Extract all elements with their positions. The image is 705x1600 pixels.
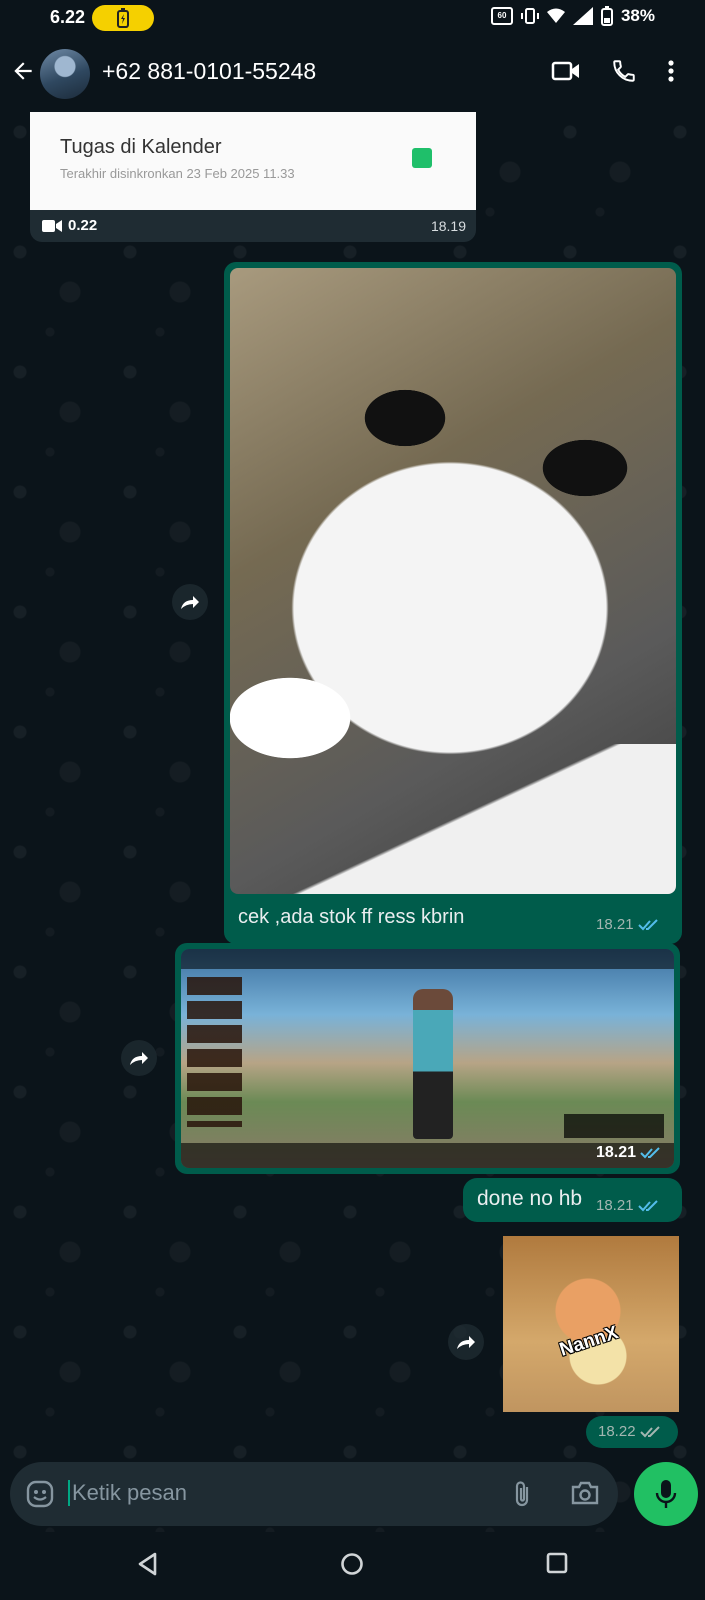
camera-icon[interactable] (570, 1480, 600, 1506)
battery-saver-pill (92, 5, 154, 31)
back-arrow-icon[interactable] (10, 58, 36, 84)
forward-icon (130, 1052, 148, 1065)
video-duration: 0.22 (42, 217, 97, 234)
contact-avatar[interactable] (40, 49, 90, 99)
battery-icon (117, 8, 129, 28)
message-meta: 18.21 (596, 1144, 662, 1162)
message-meta: 18.22 (598, 1423, 662, 1440)
battery-level-icon (600, 6, 613, 26)
video-thumbnail[interactable]: Tugas di Kalender Terakhir disinkronkan … (30, 112, 476, 210)
read-ticks-icon (640, 1147, 660, 1159)
message-meta: 18.21 (596, 916, 660, 933)
thumbnail-subtitle: Terakhir disinkronkan 23 Feb 2025 11.33 (60, 166, 295, 181)
cat-photo[interactable] (230, 268, 676, 894)
attach-icon[interactable] (510, 1480, 536, 1508)
forward-button[interactable] (448, 1324, 484, 1360)
read-ticks-icon (637, 918, 658, 930)
video-duration-text: 0.22 (68, 217, 98, 234)
nav-home-icon[interactable] (340, 1552, 364, 1576)
emoji-sticker-icon[interactable] (26, 1480, 54, 1508)
game-rank-panel (564, 1114, 664, 1138)
mic-button[interactable] (634, 1462, 698, 1526)
message-time: 18.22 (598, 1423, 636, 1440)
read-ticks-icon (639, 1425, 660, 1437)
wifi-icon (546, 8, 565, 23)
message-text: done no hb (477, 1187, 583, 1210)
status-icons: 60 38% (490, 6, 655, 26)
read-ticks-icon (637, 1199, 658, 1211)
message-time: 18.21 (596, 916, 634, 933)
game-top-bar (181, 949, 674, 969)
video-call-icon[interactable] (551, 59, 581, 83)
status-time: 6.22 (50, 7, 86, 27)
more-vert-icon[interactable] (667, 59, 675, 83)
incoming-video-message[interactable]: Tugas di Kalender Terakhir disinkronkan … (30, 112, 476, 242)
chat-header: +62 881-0101-55248 (0, 36, 705, 112)
game-character (413, 989, 453, 1139)
forward-icon (457, 1336, 475, 1349)
sticker-label: NannX (557, 1322, 621, 1361)
vibrate-icon (520, 8, 539, 24)
phone-icon[interactable] (611, 58, 637, 84)
battery-percent: 38% (620, 6, 655, 25)
message-time: 18.21 (596, 1197, 634, 1214)
message-time: 18.21 (596, 1144, 637, 1161)
thumbnail-title: Tugas di Kalender (60, 136, 222, 158)
message-composer[interactable]: Ketik pesan (10, 1462, 618, 1526)
forward-button[interactable] (121, 1040, 157, 1076)
video-icon (42, 219, 62, 232)
forward-icon (181, 596, 199, 609)
message-meta: 18.21 (596, 1197, 660, 1214)
mic-icon (655, 1480, 677, 1508)
game-side-menu (187, 977, 242, 1127)
checkbox-icon (412, 148, 432, 168)
status-bar: 6.22 60 38% (0, 0, 705, 36)
message-input[interactable]: Ketik pesan (68, 1480, 187, 1506)
system-navigation-bar (0, 1532, 705, 1600)
header-actions (551, 58, 675, 84)
signal-icon (572, 7, 593, 25)
network-badge-icon: 60 (490, 7, 513, 25)
image-caption: cek ,ada stok ff ress kbrin (238, 906, 465, 928)
nav-recents-icon[interactable] (546, 1552, 568, 1574)
forward-button[interactable] (172, 584, 208, 620)
game-screenshot[interactable] (181, 949, 674, 1168)
nav-back-icon[interactable] (137, 1552, 159, 1576)
message-time: 18.19 (430, 218, 466, 234)
sticker-image[interactable]: NannX (503, 1236, 679, 1412)
contact-name[interactable]: +62 881-0101-55248 (102, 58, 316, 85)
